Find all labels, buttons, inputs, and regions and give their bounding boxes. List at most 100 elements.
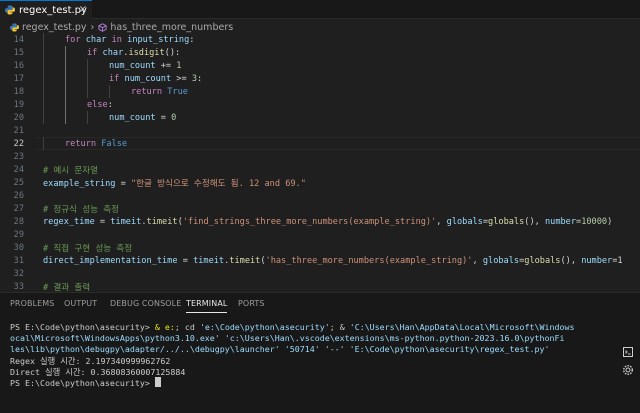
line-number: 29 [13,229,24,240]
line-number: 20 [13,112,24,123]
tab-regex-test[interactable]: regex_test.py × [0,0,92,19]
terminal-line-2: ocal\Microsoft\WindowsApps\python3.10.ex… [10,333,564,344]
terminal-sep: ; & [329,322,350,332]
code-token: : [197,73,203,84]
code-text: num_count = 0 [109,113,176,123]
code-token: num_count [109,112,156,123]
line-number: 17 [13,73,24,84]
code-token: number [544,216,577,227]
code-token: example_string [43,178,116,189]
code-line[interactable]: 15 if char.isdigit(): [0,46,640,59]
code-token: (), [524,216,545,227]
panel-tab-ports[interactable]: PORTS [238,299,265,308]
terminal-drive: e: [164,322,175,332]
line-number: 32 [13,268,24,279]
code-token: timeit [193,255,225,266]
code-text: direct_implementation_time = timeit.time… [43,256,623,266]
code-line[interactable]: 18 return True [0,85,640,98]
code-token: # 결과 출력 [43,282,91,293]
breadcrumb-file[interactable]: regex_test.py [22,22,87,33]
code-token: (), [560,255,582,266]
code-token: "한글 방식으로 수정해도 됨. 12 and 69." [130,178,306,189]
code-line[interactable]: 16 num_count += 1 [0,59,640,72]
line-number: 33 [13,281,24,292]
code-text: return False [65,139,127,149]
terminal-output-regex: Regex 실행 시간: 2.197340999962762 [10,356,171,366]
code-text: num_count += 1 [109,61,181,71]
indent-guide [65,98,66,111]
bottom-panel: PROBLEMS OUTPUT DEBUG CONSOLE TERMINAL PORTS… [0,292,640,413]
panel-tab-terminal[interactable]: TERMINAL [186,299,228,313]
code-token: : [107,99,113,110]
code-token: globals [488,216,525,227]
terminal-list-icon[interactable] [622,346,634,358]
indent-guide [65,46,66,59]
code-line[interactable]: 30 # 직접 구현 성능 측정 [0,241,640,254]
panel-tab-output[interactable]: OUTPUT [64,299,97,308]
code-text: for char in input_string: [65,35,194,45]
code-editor[interactable]: 14 for char in input_string: 15 if char.isd… [0,33,640,293]
code-token: (): [164,47,181,58]
code-line[interactable]: 27 # 정규식 성능 측정 [0,202,640,215]
code-line[interactable]: 22 return False [0,137,640,150]
code-line[interactable]: 32 [0,267,640,280]
line-number: 19 [13,99,24,110]
line-number: 28 [13,216,24,227]
code-token: in [111,34,122,45]
line-number: 15 [13,47,24,58]
code-token: >= [171,73,192,84]
terminal-line-2-a: ocal\Microsoft\WindowsApps\python3.10.ex… [10,333,220,343]
code-token: num_count [109,60,156,71]
code-line[interactable]: 23 [0,150,640,163]
code-line[interactable]: 31 direct_implementation_time = timeit.ti… [0,254,640,267]
code-token: ) [607,216,613,227]
code-token: num_count [124,73,172,84]
code-line[interactable]: 14 for char in input_string: [0,33,640,46]
code-token: for [65,34,81,45]
terminal-side-icons [622,346,634,382]
line-number: 21 [13,125,24,136]
code-token: input_string [127,34,190,45]
code-token: 'find_strings_three_more_numbers(example… [182,216,437,227]
line-number: 23 [13,151,24,162]
indent-guide [43,46,44,59]
breadcrumb-symbol[interactable]: has_three_more_numbers [110,22,233,33]
python-file-icon [5,5,15,15]
code-text: # 결과 출력 [43,281,90,293]
code-text: else: [87,100,113,110]
code-token: return [65,138,97,149]
code-token: = [155,112,172,123]
code-token: : [189,34,195,45]
code-line[interactable]: 24 # 예시 문자열 [0,163,640,176]
code-token: timeit [229,255,261,266]
line-number: 18 [13,86,24,97]
indent-guide [109,85,110,98]
indent-guide [87,85,88,98]
gear-icon[interactable] [622,364,634,376]
code-line[interactable]: 26 [0,189,640,202]
code-token: timeit [110,216,142,227]
indent-guide [87,111,88,124]
code-token: = [94,216,111,227]
code-token: # 정규식 성능 측정 [43,204,120,215]
terminal-line-prompt: PS E:\Code\python\asecurity> [10,377,161,388]
panel-tab-debug-console[interactable]: DEBUG CONSOLE [110,299,181,308]
code-token: globals [524,255,561,266]
indent-guide [65,111,66,124]
code-line[interactable]: 20 num_count = 0 [0,111,640,124]
line-number: 24 [13,164,24,175]
indent-guide [43,98,44,111]
code-line[interactable]: 25 example_string = "한글 방식으로 수정해도 됨. 12 a… [0,176,640,189]
code-line[interactable]: 21 [0,124,640,137]
code-text: if char.isdigit(): [87,48,180,58]
panel-tab-problems[interactable]: PROBLEMS [10,299,54,308]
close-tab-icon[interactable]: × [79,4,87,15]
indent-guide [65,72,66,85]
code-token: isdigit [128,47,165,58]
code-line[interactable]: 29 [0,228,640,241]
python-file-icon [10,22,19,32]
code-line[interactable]: 17 if num_count >= 3: [0,72,640,85]
code-line[interactable]: 28 regex_time = timeit.timeit('find_strin… [0,215,640,228]
code-line[interactable]: 19 else: [0,98,640,111]
code-token: regex_time [43,216,95,227]
